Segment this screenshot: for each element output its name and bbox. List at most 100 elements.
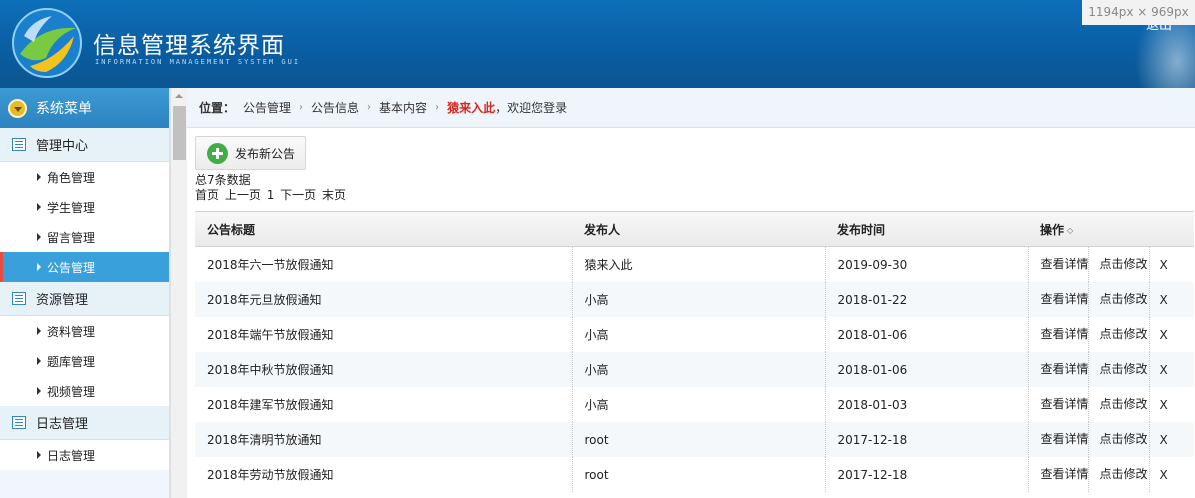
- column-header-ops[interactable]: 操作 ◇: [1028, 211, 1194, 247]
- table-row: 2018年清明节放通知 root 2017-12-18 查看详情 点击修改 X: [195, 422, 1194, 457]
- sidebar-title: 系统菜单: [36, 101, 92, 117]
- edit-link[interactable]: 点击修改: [1089, 247, 1150, 282]
- cell-ops: 查看详情 点击修改 X: [1028, 282, 1194, 317]
- edit-link[interactable]: 点击修改: [1089, 422, 1150, 457]
- sidebar-item-label: 视频管理: [47, 384, 96, 399]
- edit-link[interactable]: 点击修改: [1089, 282, 1150, 317]
- delete-link[interactable]: X: [1150, 328, 1168, 342]
- pager-last[interactable]: 末页: [322, 188, 346, 202]
- scrollbar-thumb[interactable]: [173, 106, 186, 160]
- sidebar-item-messages[interactable]: 留言管理: [0, 222, 169, 252]
- view-details-link[interactable]: 查看详情: [1029, 282, 1089, 317]
- cell-publisher: root: [572, 457, 826, 492]
- chevron-right-icon: ›: [435, 102, 440, 113]
- cell-ops: 查看详情 点击修改 X: [1028, 422, 1194, 457]
- delete-link[interactable]: X: [1150, 468, 1168, 482]
- sidebar-item-label: 角色管理: [47, 170, 96, 185]
- edit-link[interactable]: 点击修改: [1089, 352, 1150, 387]
- list-icon: [12, 292, 26, 305]
- column-header-date: 发布时间: [825, 211, 1028, 247]
- breadcrumb: 位置： 公告管理 › 公告信息 › 基本内容 › 猿来入此 ，欢迎您登录: [187, 88, 1195, 128]
- sidebar-item-roles[interactable]: 角色管理: [0, 162, 169, 192]
- edit-link[interactable]: 点击修改: [1089, 317, 1150, 352]
- sidebar-item-label: 日志管理: [47, 448, 96, 463]
- app-header: 信息管理系统界面 INFORMATION MANAGEMENT SYSTEM G…: [0, 0, 1195, 88]
- pager-prev[interactable]: 上一页: [225, 188, 261, 202]
- delete-link[interactable]: X: [1150, 363, 1168, 377]
- delete-link[interactable]: X: [1150, 258, 1168, 272]
- delete-link[interactable]: X: [1150, 293, 1168, 307]
- cell-publisher: root: [572, 422, 826, 457]
- sidebar-item-videos[interactable]: 视频管理: [0, 376, 169, 406]
- view-details-link[interactable]: 查看详情: [1029, 317, 1089, 352]
- view-details-link[interactable]: 查看详情: [1029, 352, 1089, 387]
- cell-publisher: 小高: [572, 282, 826, 317]
- cell-title: 2018年六一节放假通知: [195, 246, 573, 282]
- sidebar-scrollbar[interactable]: [170, 88, 187, 498]
- table-row: 2018年元旦放假通知 小高 2018-01-22 查看详情 点击修改 X: [195, 282, 1194, 317]
- sidebar-item-materials[interactable]: 资料管理: [0, 316, 169, 346]
- group-label: 资源管理: [36, 293, 89, 308]
- delete-link[interactable]: X: [1150, 398, 1168, 412]
- table-row: 2018年中秋节放假通知 小高 2018-01-06 查看详情 点击修改 X: [195, 352, 1194, 387]
- sidebar-item-label: 资料管理: [47, 324, 96, 339]
- view-details-link[interactable]: 查看详情: [1029, 457, 1089, 492]
- scroll-up-icon[interactable]: [175, 94, 183, 98]
- sidebar-item-announcements[interactable]: 公告管理: [0, 252, 169, 282]
- caret-right-icon: [37, 203, 41, 211]
- sidebar-item-label: 公告管理: [47, 260, 96, 275]
- edit-link[interactable]: 点击修改: [1089, 457, 1150, 492]
- breadcrumb-label: 位置：: [199, 101, 236, 115]
- publish-announcement-button[interactable]: 发布新公告: [195, 136, 307, 170]
- pagination: 首页 上一页 1 下一页 末页: [187, 188, 1195, 203]
- welcome-text: ，欢迎您登录: [495, 101, 568, 115]
- breadcrumb-item[interactable]: 公告管理: [243, 99, 291, 116]
- sidebar-item-question-bank[interactable]: 题库管理: [0, 346, 169, 376]
- sidebar-item-label: 题库管理: [47, 354, 96, 369]
- view-details-link[interactable]: 查看详情: [1029, 247, 1089, 282]
- sidebar-group-resources[interactable]: 资源管理: [0, 282, 169, 316]
- toolbar: 发布新公告: [187, 128, 1195, 172]
- cell-title: 2018年元旦放假通知: [195, 282, 573, 317]
- caret-right-icon: [37, 387, 41, 395]
- table-row: 2018年劳动节放假通知 root 2017-12-18 查看详情 点击修改 X: [195, 457, 1194, 492]
- breadcrumb-item[interactable]: 基本内容: [379, 99, 427, 116]
- table-row: 2018年端午节放假通知 小高 2018-01-06 查看详情 点击修改 X: [195, 317, 1194, 352]
- chevron-down-icon: [8, 98, 27, 118]
- column-header-title: 公告标题: [195, 211, 572, 247]
- logo-icon: [12, 8, 82, 78]
- cell-date: 2018-01-06: [825, 352, 1029, 387]
- sort-icon[interactable]: ◇: [1067, 226, 1073, 235]
- pager-next[interactable]: 下一页: [280, 188, 316, 202]
- list-icon: [12, 138, 26, 151]
- chevron-right-icon: ›: [367, 102, 372, 113]
- view-details-link[interactable]: 查看详情: [1029, 422, 1089, 457]
- sidebar-item-students[interactable]: 学生管理: [0, 192, 169, 222]
- breadcrumb-item[interactable]: 公告信息: [311, 99, 359, 116]
- table-row: 2018年建军节放假通知 小高 2018-01-03 查看详情 点击修改 X: [195, 387, 1194, 422]
- sidebar: 系统菜单 管理中心 角色管理 学生管理 留言管理 公告管理 资源管理 资料管理 …: [0, 88, 170, 498]
- sidebar-group-logs[interactable]: 日志管理: [0, 406, 169, 440]
- cell-publisher: 小高: [572, 317, 826, 352]
- record-count: 总7条数据: [195, 173, 251, 187]
- view-details-link[interactable]: 查看详情: [1029, 387, 1089, 422]
- table-body: 2018年六一节放假通知 猿来入此 2019-09-30 查看详情 点击修改 X 2018年…: [195, 246, 1194, 492]
- announcement-table: 公告标题 发布人 发布时间 操作 ◇ 2018年六一节放假通知 猿来入此 2019-0…: [195, 211, 1194, 492]
- pager-first[interactable]: 首页: [195, 188, 219, 202]
- sidebar-header: 系统菜单: [0, 88, 169, 128]
- cell-date: 2018-01-06: [825, 317, 1029, 352]
- cell-ops: 查看详情 点击修改 X: [1028, 457, 1194, 492]
- group-label: 日志管理: [36, 417, 89, 432]
- caret-right-icon: [37, 451, 41, 459]
- caret-right-icon: [37, 327, 41, 335]
- cell-publisher: 猿来入此: [572, 246, 826, 282]
- sidebar-item-logs[interactable]: 日志管理: [0, 440, 169, 470]
- cell-title: 2018年清明节放通知: [195, 422, 573, 457]
- caret-right-icon: [37, 263, 41, 271]
- cell-date: 2018-01-03: [825, 387, 1029, 422]
- cell-title: 2018年劳动节放假通知: [195, 457, 573, 492]
- sidebar-group-admin[interactable]: 管理中心: [0, 128, 169, 162]
- edit-link[interactable]: 点击修改: [1089, 387, 1150, 422]
- delete-link[interactable]: X: [1150, 433, 1168, 447]
- chevron-right-icon: ›: [299, 102, 304, 113]
